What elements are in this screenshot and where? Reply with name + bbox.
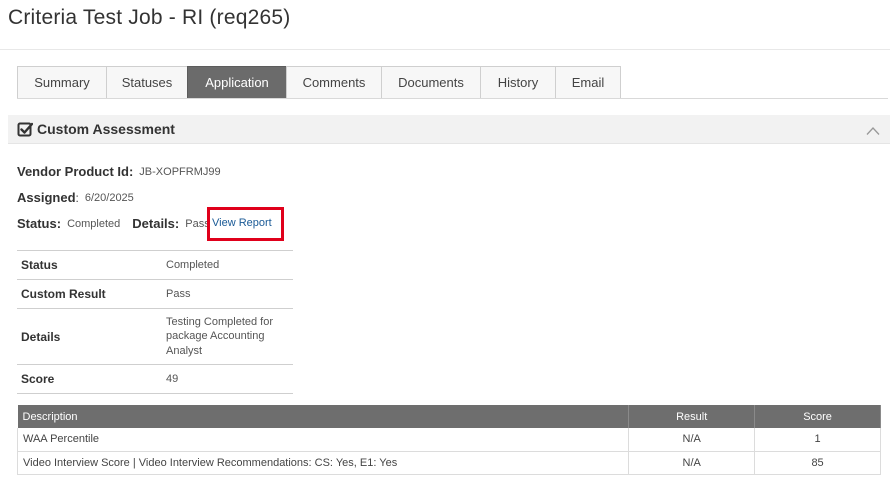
custom-assessment-header[interactable]: Custom Assessment [8, 115, 890, 144]
tab-statuses[interactable]: Statuses [106, 66, 187, 99]
table-row: Video Interview Score | Video Interview … [16, 451, 881, 475]
title-divider [0, 49, 890, 50]
vendor-product-line: Vendor Product Id: JB-XOPFRMJ99 [17, 164, 221, 179]
status-value: Completed [67, 217, 121, 230]
section-title: Custom Assessment [37, 121, 175, 137]
row-value: Testing Completed for package Accounting… [162, 308, 293, 365]
status-line: Status: Completed Details: Pass [17, 216, 210, 231]
cell-score: 85 [754, 451, 881, 475]
header-score[interactable]: Score [754, 405, 881, 428]
score-table: Description Result Score WAA Percentile … [16, 405, 881, 475]
cell-description: Video Interview Score | Video Interview … [16, 451, 630, 475]
score-table-header: Description Result Score [17, 405, 881, 428]
assigned-line: Assigned: 6/20/2025 [17, 190, 134, 205]
table-row: WAA Percentile N/A 1 [16, 428, 881, 452]
checkbox-checked-icon [17, 121, 34, 137]
cell-result: N/A [628, 451, 756, 475]
vendor-product-label: Vendor Product Id: [17, 164, 134, 179]
assigned-label: Assigned [17, 190, 76, 205]
table-row: Details Testing Completed for package Ac… [17, 308, 293, 365]
table-row: Score 49 [17, 364, 293, 394]
assigned-value: 6/20/2025 [84, 191, 134, 204]
status-label: Status: [17, 216, 62, 231]
row-value: Completed [162, 250, 293, 280]
row-key: Details [17, 308, 162, 365]
cell-score: 1 [754, 428, 881, 452]
table-row: Status Completed [17, 250, 293, 280]
chevron-up-icon[interactable] [866, 123, 880, 135]
assessment-detail-table: Status Completed Custom Result Pass Deta… [17, 250, 293, 394]
cell-description: WAA Percentile [16, 428, 630, 452]
cell-result: N/A [628, 428, 756, 452]
assigned-colon: : [75, 190, 79, 205]
tab-application[interactable]: Application [187, 66, 286, 99]
row-key: Status [17, 250, 162, 280]
vendor-product-value: JB-XOPFRMJ99 [139, 165, 221, 178]
row-key: Custom Result [17, 279, 162, 309]
header-result[interactable]: Result [628, 405, 756, 428]
row-value: Pass [162, 279, 293, 309]
tab-summary[interactable]: Summary [17, 66, 106, 99]
row-key: Score [17, 364, 162, 394]
table-row: Custom Result Pass [17, 279, 293, 309]
tab-history[interactable]: History [480, 66, 555, 99]
tab-email[interactable]: Email [555, 66, 621, 99]
tab-comments[interactable]: Comments [286, 66, 381, 99]
tab-documents[interactable]: Documents [381, 66, 480, 99]
tabs-underline [17, 98, 888, 99]
page-title: Criteria Test Job - RI (req265) [8, 6, 291, 29]
tab-bar: Summary Statuses Application Comments Do… [17, 66, 621, 99]
header-description[interactable]: Description [17, 405, 630, 428]
view-report-link[interactable]: View Report [212, 217, 272, 229]
details-label: Details: [132, 216, 180, 231]
row-value: 49 [162, 364, 293, 394]
